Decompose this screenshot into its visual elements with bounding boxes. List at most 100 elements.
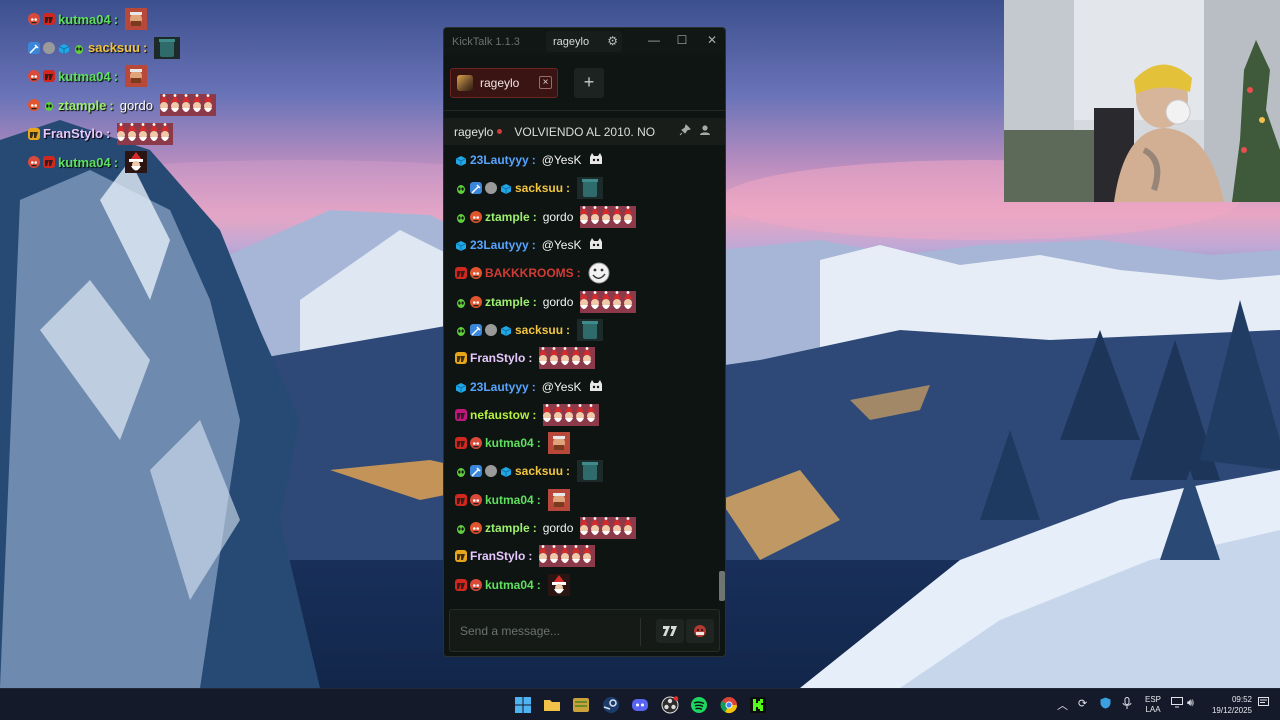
maximize-button[interactable]: ☐ — [672, 33, 692, 47]
sync-icon[interactable]: ⟳ — [1078, 697, 1087, 710]
chat-message[interactable]: kutma04: — [444, 486, 725, 514]
clock[interactable]: 09:52 19/12/2025 — [1206, 694, 1252, 716]
chat-message[interactable]: 23Lautyyy: @YesK — [444, 146, 725, 174]
language-line2: LAA — [1145, 705, 1161, 714]
network-icon[interactable] — [1171, 697, 1183, 711]
channel-name[interactable]: rageylo — [454, 125, 493, 139]
ghost-red-badge-icon — [470, 578, 482, 591]
chat-message[interactable]: kutma04: — [444, 429, 725, 457]
chat-message[interactable]: sacksuu: — [444, 316, 725, 344]
tab-rageylo[interactable]: rageylo × — [450, 68, 558, 98]
user-pill[interactable]: rageylo ⚙ — [546, 31, 622, 52]
chat-message[interactable]: ztample: gordo — [444, 203, 725, 231]
username-separator: : — [532, 521, 537, 535]
username-separator: : — [566, 181, 571, 196]
chat-message[interactable]: ztample: gordo — [444, 514, 725, 542]
message-text: @YesK — [541, 379, 582, 394]
username[interactable]: sacksuu — [515, 464, 563, 478]
mods-app-icon[interactable] — [572, 696, 590, 714]
chat-message[interactable]: BAKKKROOMS: — [444, 259, 725, 287]
spotify-icon[interactable] — [690, 696, 708, 714]
notification-icon[interactable] — [1258, 697, 1269, 711]
chat-messages[interactable]: 23Lautyyy: @YesK sacksuu: ztample: gordo 23La… — [444, 146, 725, 602]
close-button[interactable]: ✕ — [702, 33, 722, 47]
language-indicator[interactable]: ESP LAA — [1145, 695, 1161, 715]
message-text: gordo — [119, 97, 153, 113]
username[interactable]: BAKKKROOMS — [485, 266, 574, 280]
kick-app-icon[interactable] — [749, 696, 767, 714]
minimize-button[interactable]: — — [644, 33, 664, 47]
sword-blue-badge-icon — [470, 323, 482, 336]
overlay-message: sacksuu: — [28, 34, 216, 63]
username[interactable]: sacksuu — [515, 323, 563, 337]
dark-bin-emote-icon — [577, 460, 604, 483]
santa-face-emote-icon — [125, 65, 148, 88]
username[interactable]: 23Lautyyy — [470, 238, 529, 252]
kicktalk-window[interactable]: KickTalk 1.1.3 rageylo ⚙ — ☐ ✕ rageylo ×… — [443, 27, 726, 657]
chat-message[interactable]: kutma04: — [444, 570, 725, 598]
volume-icon[interactable]: 🔊︎ — [1187, 697, 1194, 710]
kick-emote-icon[interactable] — [686, 619, 714, 643]
username-separator: : — [113, 11, 119, 27]
username[interactable]: 23Lautyyy — [470, 153, 529, 167]
shield-icon[interactable] — [1100, 697, 1111, 712]
cat-emote-icon — [588, 152, 604, 168]
channel-avatar — [457, 75, 473, 91]
chrome-icon[interactable] — [720, 696, 738, 714]
alien-green-badge-icon — [455, 522, 467, 534]
username[interactable]: ztample — [485, 521, 530, 535]
username[interactable]: ztample — [485, 210, 530, 224]
username-separator: : — [536, 492, 541, 507]
pin-icon[interactable] — [679, 124, 691, 139]
alien-green-badge-icon — [455, 211, 467, 223]
windows-start-icon[interactable] — [514, 696, 532, 714]
username-separator: : — [105, 126, 111, 142]
username[interactable]: nefaustow — [470, 408, 529, 422]
discord-icon[interactable] — [631, 696, 649, 714]
chat-message[interactable]: 23Lautyyy: @YesK — [444, 231, 725, 259]
dark-bin-emote-icon — [577, 318, 604, 341]
chat-message[interactable]: 23Lautyyy: @YesK — [444, 372, 725, 400]
username: ztample — [58, 97, 107, 113]
chat-message[interactable]: FranStylo: — [444, 542, 725, 570]
username[interactable]: ztample — [485, 295, 530, 309]
chat-message[interactable]: nefaustow: — [444, 401, 725, 429]
chat-message[interactable]: sacksuu: — [444, 174, 725, 202]
tab-close-icon[interactable]: × — [539, 76, 552, 89]
folder-icon[interactable] — [543, 696, 561, 714]
chat-message[interactable]: FranStylo: — [444, 344, 725, 372]
obs-icon[interactable] — [661, 696, 679, 714]
username-separator: : — [566, 322, 571, 337]
santa-crowd-emote-icon — [117, 122, 174, 145]
username[interactable]: sacksuu — [515, 181, 563, 195]
cube-blue-badge-icon — [500, 182, 512, 195]
chevron-up-icon[interactable]: ︿ — [1057, 697, 1068, 713]
chat-message[interactable]: ztample: gordo — [444, 287, 725, 315]
username[interactable]: kutma04 — [485, 436, 534, 450]
chat-message[interactable]: sacksuu: — [444, 457, 725, 485]
add-tab-button[interactable]: + — [574, 68, 604, 98]
username[interactable]: kutma04 — [485, 493, 534, 507]
username[interactable]: 23Lautyyy — [470, 380, 529, 394]
santa-crowd-emote-icon — [580, 517, 637, 539]
kick-sub-red-badge-icon — [455, 493, 467, 506]
gear-icon[interactable]: ⚙ — [607, 34, 618, 48]
username[interactable]: FranStylo — [470, 351, 525, 365]
microphone-icon[interactable] — [1122, 697, 1132, 713]
7tv-emote-button[interactable] — [656, 619, 684, 643]
streamer-camera-image — [1004, 0, 1280, 202]
sword-blue-badge-icon — [470, 182, 482, 195]
ghost-orange-badge-icon — [470, 210, 482, 223]
steam-icon[interactable] — [602, 696, 620, 714]
ghost-red-badge-icon — [470, 437, 482, 450]
kick-sub-gold-badge-icon — [455, 352, 467, 365]
username[interactable]: kutma04 — [485, 578, 534, 592]
message-input[interactable] — [460, 622, 630, 640]
chat-scrollbar[interactable] — [719, 571, 725, 601]
app-title: KickTalk 1.1.3 — [452, 36, 520, 48]
title-bar[interactable]: KickTalk 1.1.3 rageylo ⚙ — ☐ ✕ — [444, 28, 725, 55]
user-icon[interactable] — [699, 124, 711, 139]
username-separator: : — [143, 40, 148, 56]
alien-green-badge-icon — [455, 324, 467, 336]
username[interactable]: FranStylo — [470, 549, 525, 563]
